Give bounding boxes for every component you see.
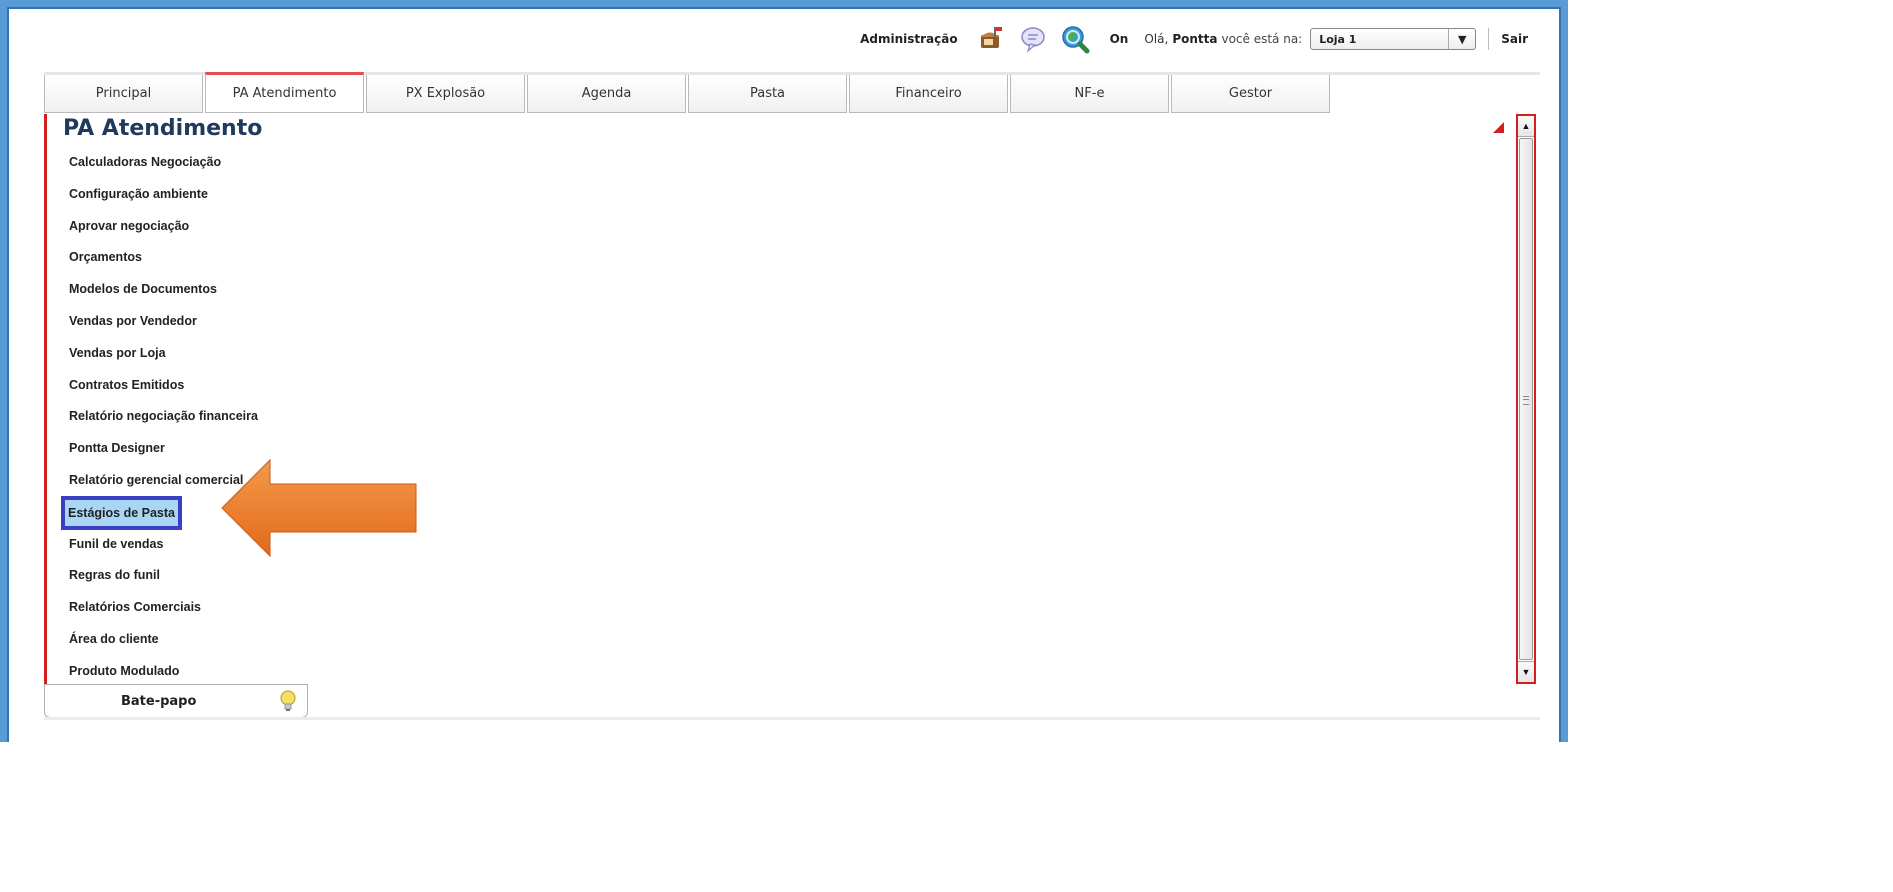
grip-icon — [1523, 396, 1529, 405]
header-divider — [1488, 28, 1490, 50]
chevron-down-icon[interactable]: ▼ — [1448, 29, 1475, 49]
store-select[interactable]: Loja 1 ▼ — [1310, 28, 1477, 50]
main-tabs: Principal PA Atendimento PX Explosão Age… — [44, 72, 1332, 113]
collapse-corner-icon[interactable] — [1493, 122, 1504, 133]
menu-item-calculadoras-negociacao[interactable]: Calculadoras Negociação — [65, 150, 262, 182]
menu-item-vendas-por-loja[interactable]: Vendas por Loja — [65, 341, 262, 373]
menu-item-configuracao-ambiente[interactable]: Configuração ambiente — [65, 182, 262, 214]
tab-nf-e[interactable]: NF-e — [1010, 75, 1169, 113]
tab-financeiro[interactable]: Financeiro — [849, 75, 1008, 113]
online-status: On — [1109, 32, 1129, 46]
panel-menu: Calculadoras Negociação Configuração amb… — [61, 150, 262, 684]
scroll-down-icon[interactable]: ▼ — [1518, 661, 1534, 682]
menu-item-orcamentos[interactable]: Orçamentos — [65, 245, 262, 277]
tab-pasta[interactable]: Pasta — [688, 75, 847, 113]
menu-item-produto-modulado[interactable]: Produto Modulado — [65, 659, 262, 684]
tab-gestor[interactable]: Gestor — [1171, 75, 1330, 113]
panel-scrollbar[interactable]: ▲ ▼ — [1516, 114, 1536, 684]
tab-agenda[interactable]: Agenda — [527, 75, 686, 113]
user-name: Pontta — [1172, 32, 1218, 46]
tab-principal[interactable]: Principal — [44, 75, 203, 113]
admin-link[interactable]: Administração — [860, 32, 958, 46]
top-header: Administração On Olá, Pontta você está n… — [860, 26, 1528, 54]
tab-pa-atendimento[interactable]: PA Atendimento — [205, 72, 364, 113]
menu-item-contratos-emitidos[interactable]: Contratos Emitidos — [65, 373, 262, 405]
menu-item-relatorio-negociacao-financeira[interactable]: Relatório negociação financeira — [65, 404, 262, 436]
main-tabs-bar: Principal PA Atendimento PX Explosão Age… — [44, 72, 1540, 117]
panel-title: PA Atendimento — [63, 116, 263, 141]
scroll-up-icon[interactable]: ▲ — [1518, 116, 1534, 137]
chat-bar[interactable]: Bate-papo — [44, 684, 308, 718]
store-select-value: Loja 1 — [1319, 32, 1357, 46]
mailbox-icon[interactable] — [976, 24, 1006, 54]
menu-item-aprovar-negociacao[interactable]: Aprovar negociação — [65, 214, 262, 246]
menu-item-vendas-por-vendedor[interactable]: Vendas por Vendedor — [65, 309, 262, 341]
chat-label: Bate-papo — [121, 693, 197, 709]
tab-px-explosao[interactable]: PX Explosão — [366, 75, 525, 113]
lightbulb-icon — [279, 690, 297, 716]
location-text: você está na: — [1221, 32, 1303, 46]
logout-button[interactable]: Sair — [1501, 32, 1528, 46]
greeting-text: Olá, — [1144, 32, 1169, 46]
menu-item-regras-do-funil[interactable]: Regras do funil — [65, 563, 262, 595]
search-globe-icon[interactable] — [1060, 24, 1090, 54]
menu-item-relatorios-comerciais[interactable]: Relatórios Comerciais — [65, 595, 262, 627]
menu-item-area-do-cliente[interactable]: Área do cliente — [65, 627, 262, 659]
pa-atendimento-panel: PA Atendimento Calculadoras Negociação C… — [44, 114, 1514, 684]
chat-bubble-icon[interactable] — [1018, 24, 1048, 54]
orange-arrow-icon — [221, 458, 417, 558]
bottom-divider — [44, 717, 1540, 720]
scrollbar-thumb[interactable] — [1519, 138, 1533, 660]
menu-item-modelos-de-documentos[interactable]: Modelos de Documentos — [65, 277, 262, 309]
